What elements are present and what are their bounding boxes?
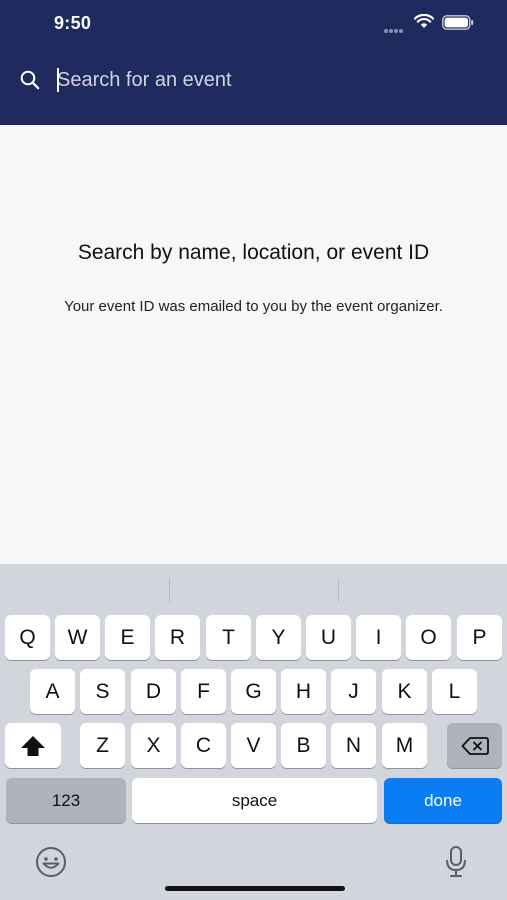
numbers-key[interactable]: 123 [6, 778, 126, 823]
wifi-icon [414, 14, 434, 28]
home-indicator [165, 886, 345, 891]
battery-icon [442, 15, 474, 30]
key-n[interactable]: N [331, 723, 376, 768]
key-r[interactable]: R [155, 615, 200, 660]
key-c[interactable]: C [181, 723, 226, 768]
shift-key[interactable] [5, 723, 61, 768]
empty-state-title: Search by name, location, or event ID [77, 241, 430, 264]
key-g[interactable]: G [231, 669, 276, 714]
key-w[interactable]: W [55, 615, 100, 660]
delete-icon [461, 736, 489, 755]
key-m[interactable]: M [382, 723, 427, 768]
key-v[interactable]: V [231, 723, 276, 768]
done-key[interactable]: done [384, 778, 502, 823]
delete-key[interactable] [447, 723, 502, 768]
shift-icon [21, 735, 45, 756]
key-p[interactable]: P [457, 615, 502, 660]
suggestion-divider [169, 578, 170, 602]
key-h[interactable]: H [281, 669, 326, 714]
key-e[interactable]: E [105, 615, 150, 660]
search-icon [20, 70, 40, 90]
search-input[interactable] [57, 66, 477, 94]
key-q[interactable]: Q [5, 615, 50, 660]
suggestion-divider [338, 578, 339, 602]
key-s[interactable]: S [80, 669, 125, 714]
key-f[interactable]: F [181, 669, 226, 714]
onscreen-keyboard: Q W E R T Y U I O P A S D F G H J K L Z … [0, 564, 507, 900]
microphone-icon[interactable] [444, 845, 468, 879]
search-bar[interactable] [20, 66, 480, 96]
empty-state-subtitle: Your event ID was emailed to you by the … [64, 298, 443, 315]
key-i[interactable]: I [356, 615, 401, 660]
key-o[interactable]: O [406, 615, 451, 660]
key-a[interactable]: A [30, 669, 75, 714]
key-u[interactable]: U [306, 615, 351, 660]
key-l[interactable]: L [432, 669, 477, 714]
key-y[interactable]: Y [256, 615, 301, 660]
emoji-icon[interactable] [35, 846, 67, 878]
key-z[interactable]: Z [80, 723, 125, 768]
space-key[interactable]: space [132, 778, 377, 823]
key-d[interactable]: D [131, 669, 176, 714]
status-time: 9:50 [54, 13, 92, 33]
key-t[interactable]: T [206, 615, 251, 660]
key-x[interactable]: X [131, 723, 176, 768]
app-header: 9:50 [0, 0, 507, 125]
text-cursor [57, 68, 59, 92]
cellular-signal-icon [384, 20, 404, 38]
key-k[interactable]: K [382, 669, 427, 714]
key-b[interactable]: B [281, 723, 326, 768]
key-j[interactable]: J [331, 669, 376, 714]
